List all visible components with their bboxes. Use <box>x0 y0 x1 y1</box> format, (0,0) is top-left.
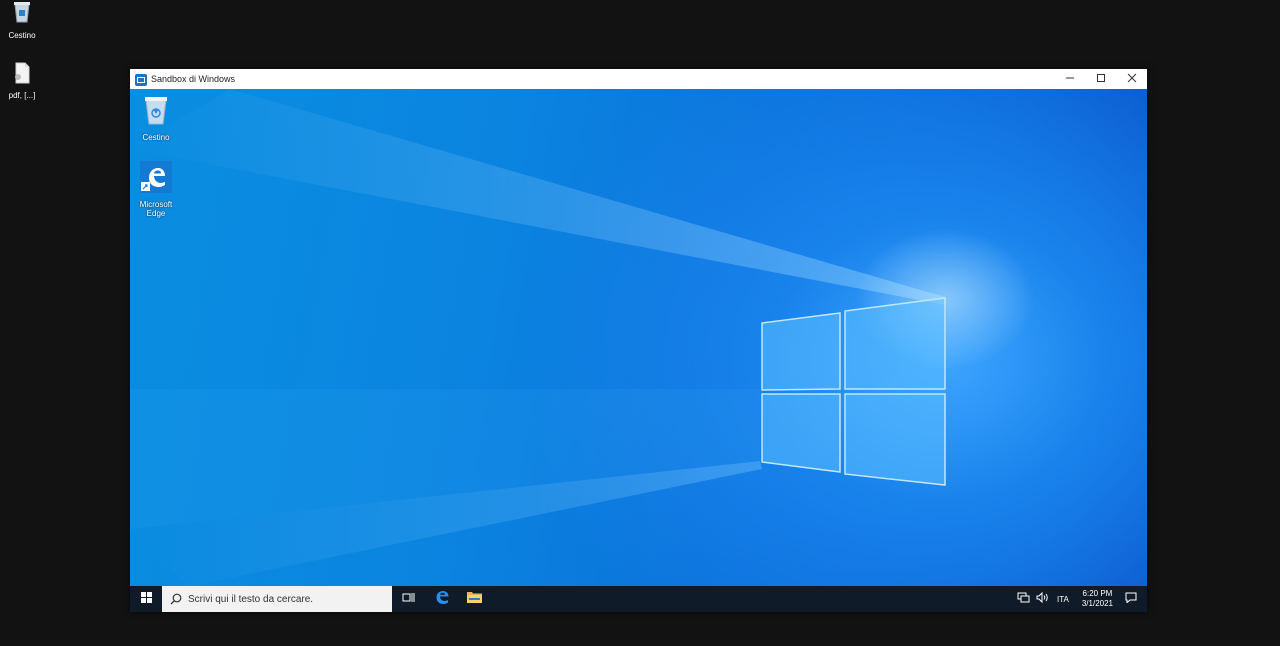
windows-wallpaper <box>130 89 1035 586</box>
network-icon <box>1017 590 1030 608</box>
system-tray: ITA 6:20 PM 3/1/2021 <box>1014 586 1147 612</box>
recycle-bin-icon <box>12 0 32 29</box>
task-view-button[interactable] <box>392 586 425 612</box>
taskbar-clock[interactable]: 6:20 PM 3/1/2021 <box>1074 589 1121 609</box>
volume-button[interactable] <box>1033 586 1052 612</box>
recycle-bin-icon <box>142 94 170 131</box>
minimize-button[interactable] <box>1054 69 1085 89</box>
host-desktop: Cestino pdf, [...] Sandbox di Windows Ce… <box>0 0 1280 646</box>
sandbox-edge-label: Microsoft Edge <box>139 200 173 218</box>
task-view-icon <box>402 590 415 608</box>
taskbar-search-box[interactable]: Scrivi qui il testo da cercare. <box>162 586 392 612</box>
taskbar: Scrivi qui il testo da cercare. ITA 6:20… <box>130 586 1147 612</box>
clock-date: 3/1/2021 <box>1081 599 1113 608</box>
sandbox-app-icon <box>135 73 147 86</box>
maximize-icon <box>1096 70 1106 88</box>
window-titlebar[interactable]: Sandbox di Windows <box>130 69 1147 89</box>
network-button[interactable] <box>1014 586 1033 612</box>
edge-icon <box>434 589 450 610</box>
windows-logo <box>761 297 946 486</box>
host-pdf-file-label: pdf, [...] <box>8 91 36 100</box>
window-title: Sandbox di Windows <box>151 74 236 84</box>
search-icon <box>170 593 182 605</box>
edge-icon <box>140 161 172 198</box>
file-explorer-icon <box>467 590 482 608</box>
volume-icon <box>1036 590 1049 608</box>
host-recycle-bin[interactable]: Cestino <box>0 0 44 40</box>
host-pdf-file[interactable]: pdf, [...] <box>0 62 44 100</box>
taskbar-edge-button[interactable] <box>425 586 458 612</box>
file-icon <box>13 62 31 89</box>
sandbox-recycle-bin[interactable]: Cestino <box>130 94 182 142</box>
close-button[interactable] <box>1116 69 1147 89</box>
notification-icon <box>1125 590 1137 608</box>
maximize-button[interactable] <box>1085 69 1116 89</box>
search-placeholder: Scrivi qui il testo da cercare. <box>188 593 314 605</box>
start-button[interactable] <box>130 586 162 612</box>
window-controls <box>1054 69 1147 89</box>
sandbox-edge-shortcut[interactable]: Microsoft Edge <box>130 161 182 218</box>
close-icon <box>1127 70 1137 88</box>
clock-time: 6:20 PM <box>1082 589 1113 598</box>
minimize-icon <box>1065 70 1075 88</box>
windows-start-icon <box>140 590 152 608</box>
sandbox-window: Sandbox di Windows Cestino Microsoft Edg… <box>130 69 1147 612</box>
taskbar-file-explorer-button[interactable] <box>458 586 491 612</box>
sandbox-desktop[interactable]: Cestino Microsoft Edge <box>130 89 1147 586</box>
language-indicator[interactable]: ITA <box>1052 595 1074 604</box>
action-center-button[interactable] <box>1121 586 1147 612</box>
sandbox-recycle-bin-label: Cestino <box>142 133 170 142</box>
host-recycle-bin-label: Cestino <box>8 31 36 40</box>
